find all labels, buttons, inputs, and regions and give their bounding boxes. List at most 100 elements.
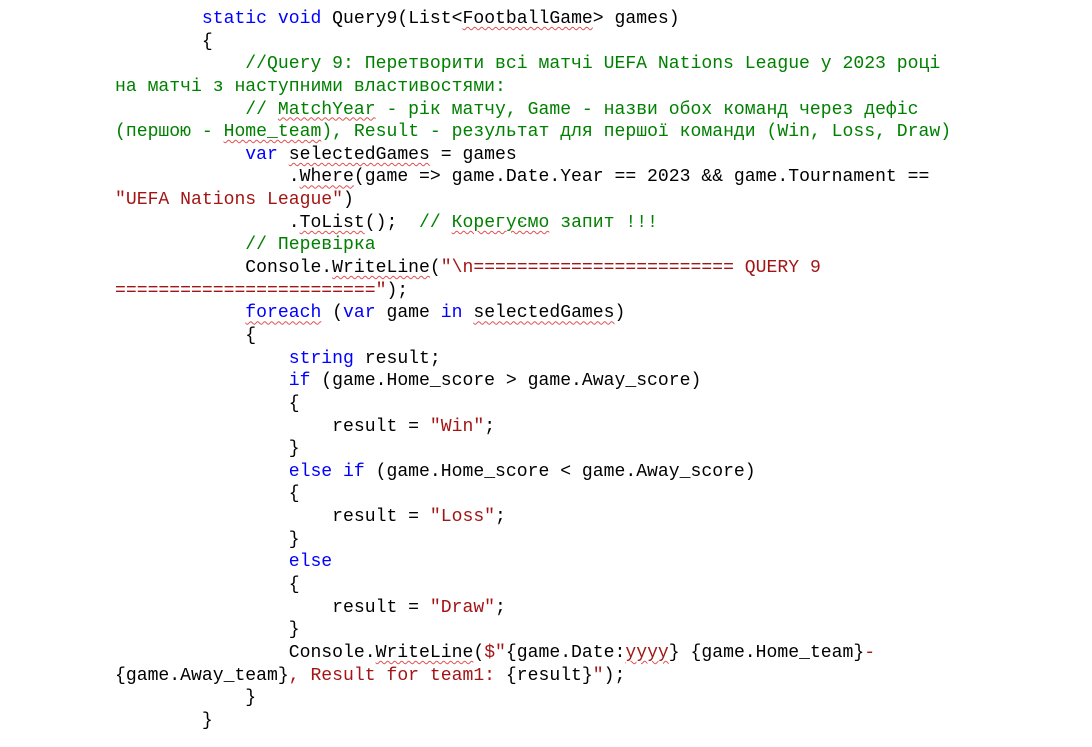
code-string: - <box>864 642 876 663</box>
code-text: game <box>375 303 441 324</box>
code-text: { <box>115 484 300 505</box>
code-comment: - рік матчу, Game - назви обох команд че… <box>375 99 919 120</box>
code-line: } <box>115 529 1075 552</box>
code-keyword: else <box>288 461 333 482</box>
code-line: foreach (var game in selectedGames) <box>115 302 1075 325</box>
code-line: } <box>115 619 1075 642</box>
code-text: selectedGames <box>473 303 615 324</box>
code-line: (першою - Home_team), Result - результат… <box>115 121 1075 144</box>
code-text: { <box>115 325 257 346</box>
code-line: static void Query9(List<FootballGame> ga… <box>115 8 1075 31</box>
code-line: string result; <box>115 348 1075 371</box>
code-text: ( <box>473 642 485 663</box>
code-string: "Draw" <box>429 597 496 618</box>
code-text: WriteLine <box>332 258 430 279</box>
code-comment: Корегуємо <box>451 212 550 233</box>
code-string: "Win" <box>429 416 485 437</box>
code-string: , Result for team1: <box>288 665 506 686</box>
code-line: } <box>115 710 1075 733</box>
code-line: } <box>115 687 1075 710</box>
code-comment: // <box>419 212 452 233</box>
code-keyword: var <box>343 303 376 324</box>
code-line: { <box>115 574 1075 597</box>
code-line: result = "Win"; <box>115 416 1075 439</box>
code-string <box>680 643 691 663</box>
code-line: { <box>115 393 1075 416</box>
code-line: {game.Away_team}, Result for team1: {res… <box>115 665 1075 688</box>
code-comment: ), Result - результат для першої команди… <box>321 122 952 143</box>
code-text: result; <box>353 348 441 369</box>
code-text: ) <box>614 303 626 324</box>
code-string: "\n======================== QUERY 9 <box>440 258 821 279</box>
code-comment: // Перевірка <box>115 235 376 256</box>
code-line: Console.WriteLine($"{game.Date:yyyy} {ga… <box>115 642 1075 665</box>
code-text: {game.Home_team} <box>690 642 865 663</box>
code-text: = games <box>429 144 517 165</box>
code-keyword: else <box>288 552 333 573</box>
code-listing: static void Query9(List<FootballGame> ga… <box>115 8 1075 733</box>
code-line: { <box>115 325 1075 348</box>
code-line: if (game.Home_score > game.Away_score) <box>115 370 1075 393</box>
code-text: WriteLine <box>375 642 474 663</box>
code-string: "UEFA Nations League" <box>115 190 344 211</box>
code-text: {game.Date: <box>505 642 626 663</box>
code-line: } <box>115 438 1075 461</box>
code-line: // Перевірка <box>115 234 1075 257</box>
code-comment: //Query 9: Перетворити всі матчі UEFA Na… <box>115 54 941 75</box>
code-text: ; <box>484 416 496 437</box>
code-line: { <box>115 31 1075 54</box>
code-text: Query9(List< <box>321 9 463 29</box>
code-text: ( <box>321 303 344 324</box>
code-text: result = <box>115 416 430 437</box>
code-text: } <box>115 620 300 641</box>
code-text: } <box>115 439 300 460</box>
code-text: } <box>115 710 213 731</box>
code-text: Where <box>299 167 354 188</box>
code-text: ); <box>603 665 626 686</box>
code-text: . <box>115 212 300 233</box>
code-line: // MatchYear - рік матчу, Game - назви о… <box>115 99 1075 122</box>
code-comment: на матчі з наступними властивостями: <box>115 76 506 97</box>
code-line: ========================"); <box>115 280 1075 303</box>
code-text: result = <box>115 597 430 618</box>
code-string: $" <box>484 642 506 663</box>
code-text: selectedGames <box>288 144 430 165</box>
code-text: { <box>115 393 300 414</box>
code-text: { <box>115 31 213 52</box>
code-line: //Query 9: Перетворити всі матчі UEFA Na… <box>115 53 1075 76</box>
code-text: ToList <box>299 212 365 233</box>
code-comment: (першою - <box>115 122 224 143</box>
code-line: else <box>115 551 1075 574</box>
code-string: "Loss" <box>429 507 496 528</box>
code-keyword: if <box>343 461 365 482</box>
code-text: ); <box>386 280 409 301</box>
code-text: ; <box>495 597 506 618</box>
code-text: {game.Away_team} <box>115 665 289 686</box>
code-text: } <box>115 688 257 709</box>
code-line: result = "Draw"; <box>115 597 1075 620</box>
code-keyword: in <box>440 303 463 324</box>
code-text: {result} <box>505 665 593 686</box>
code-text: > games) <box>592 9 680 29</box>
code-line: "UEFA Nations League") <box>115 189 1075 212</box>
code-line: .Where(game => game.Date.Year == 2023 &&… <box>115 166 1075 189</box>
code-keyword: var <box>245 144 278 165</box>
code-keyword: string <box>288 348 354 369</box>
code-line: { <box>115 483 1075 506</box>
code-text: ; <box>495 507 506 528</box>
code-comment: MatchYear <box>277 99 376 120</box>
code-string: ========================" <box>115 280 387 301</box>
code-comment: запит !!! <box>549 212 658 233</box>
code-line: на матчі з наступними властивостями: <box>115 76 1075 99</box>
code-text: result = <box>115 507 430 528</box>
code-text: { <box>115 575 300 596</box>
code-line: else if (game.Home_score < game.Away_sco… <box>115 461 1075 484</box>
code-string: yyyy <box>625 642 669 663</box>
